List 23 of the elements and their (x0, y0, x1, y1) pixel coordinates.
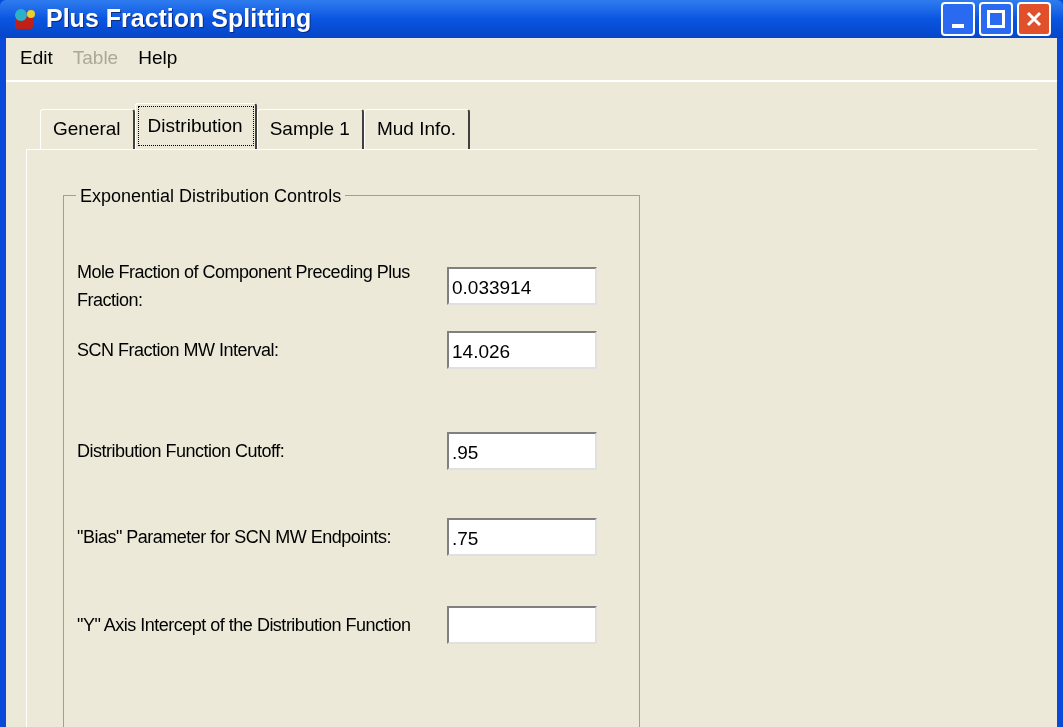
tab[interactable]: General (40, 108, 135, 149)
tab[interactable]: Distribution (134, 102, 257, 149)
tab[interactable]: Sample 1 (256, 108, 364, 149)
tab[interactable]: Mud Info. (363, 108, 471, 149)
minimize-icon (952, 23, 964, 28)
maximize-button[interactable] (979, 1, 1013, 36)
menu-item[interactable]: Edit (20, 44, 53, 73)
close-icon (1025, 9, 1043, 28)
field-label: SCN Fraction MW Interval: (77, 338, 280, 362)
minimize-button[interactable] (941, 1, 975, 36)
input-field[interactable] (447, 606, 597, 644)
field-label: "Y" Axis Intercept of the Distribution Function (77, 614, 412, 637)
menu-item[interactable]: Help (138, 44, 178, 73)
maximize-icon (987, 9, 1005, 28)
input-field[interactable]: .95 (447, 431, 597, 470)
field-label: Distribution Function Cutoff: (77, 439, 286, 463)
input-field[interactable]: 0.033914 (447, 266, 597, 305)
field-label: "Bias" Parameter for SCN MW Endpoints: (77, 525, 392, 549)
window-title: Plus Fraction Splitting (46, 3, 312, 34)
field-label: Mole Fraction of Component Preceding Plus Fraction: (77, 260, 411, 312)
input-field[interactable]: .75 (447, 517, 597, 556)
input-field[interactable]: 14.026 (447, 330, 597, 369)
close-button[interactable] (1017, 1, 1051, 36)
